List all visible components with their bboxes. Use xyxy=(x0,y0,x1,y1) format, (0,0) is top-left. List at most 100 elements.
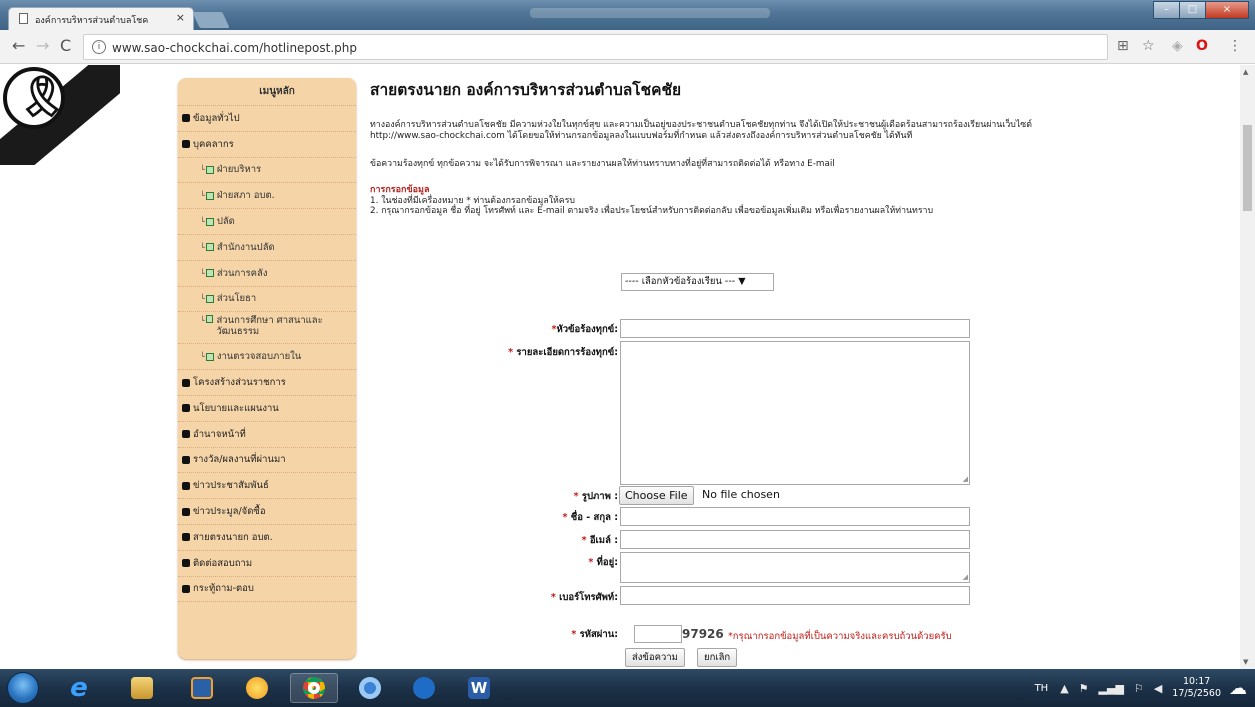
start-button[interactable] xyxy=(7,672,39,704)
captcha-input[interactable] xyxy=(634,625,682,643)
sidebar-item-label: ข่าวประมูล/จัดซื้อ xyxy=(193,506,266,518)
sub-bullet-icon xyxy=(205,165,214,174)
sidebar-item-label: กระทู้ถาม-ตอบ xyxy=(193,583,254,595)
new-tab-button[interactable] xyxy=(192,12,230,28)
address-bar[interactable]: i www.sao-chockchai.com/hotlinepost.php xyxy=(83,34,1108,60)
menu-dots-icon[interactable]: ⋮ xyxy=(1228,38,1242,54)
maximize-button[interactable]: □ xyxy=(1179,1,1206,19)
sidebar-item-label: นโยบายและแผนงาน xyxy=(193,402,279,414)
sidebar-item[interactable]: สายตรงนายก อบต. xyxy=(178,525,356,551)
captcha-code: 97926 xyxy=(682,627,724,641)
subject-input[interactable] xyxy=(620,319,970,338)
sidebar-item-label: งานตรวจสอบภายใน xyxy=(216,351,302,363)
tree-branch-icon: └ xyxy=(200,165,205,175)
sidebar-item[interactable]: └ งานตรวจสอบภายใน xyxy=(178,344,356,371)
media-player-icon[interactable] xyxy=(178,673,226,703)
bullet-icon xyxy=(182,430,190,439)
language-indicator[interactable]: TH xyxy=(1035,683,1049,694)
scroll-thumb[interactable] xyxy=(1243,125,1252,211)
topic-select[interactable]: ---- เลือกหัวข้อร้องเรียน --- ▼ xyxy=(621,273,774,291)
detail-textarea[interactable]: ◢ xyxy=(620,341,970,485)
cloud-icon[interactable]: ☁ xyxy=(1229,678,1247,699)
sidebar-item-label: อำนาจหน้าที่ xyxy=(193,428,246,440)
ribbon-icon: 🎗 xyxy=(17,74,68,120)
back-arrow-icon[interactable]: ← xyxy=(12,38,25,54)
sidebar-item[interactable]: ติดต่อสอบถาม xyxy=(178,551,356,577)
sidebar-item[interactable]: รางวัล/ผลงานที่ผ่านมา xyxy=(178,448,356,474)
subject-label: *หัวข้อร้องทุกข์: xyxy=(551,324,618,335)
scroll-up-icon[interactable]: ▲ xyxy=(1243,68,1248,76)
name-label: * ชื่อ - สกุล : xyxy=(562,512,618,523)
chrome-alt-icon[interactable] xyxy=(346,673,394,703)
sidebar-item[interactable]: └ ปลัด xyxy=(178,209,356,235)
phone-input[interactable] xyxy=(620,586,970,605)
detail-label: * รายละเอียดการร้องทุกข์: xyxy=(508,347,618,358)
submit-button[interactable]: ส่งข้อความ xyxy=(625,648,685,667)
sub-bullet-icon xyxy=(205,243,214,252)
sidebar-item-label: ฝ่ายสภา อบต. xyxy=(216,190,275,202)
action-center-icon[interactable]: ⚐ xyxy=(1134,682,1144,695)
bullet-icon xyxy=(182,584,190,593)
address-label: * ที่อยู่: xyxy=(588,557,618,568)
clock[interactable]: 10:17 17/5/2560 xyxy=(1172,676,1221,700)
email-input[interactable] xyxy=(620,530,970,549)
tree-branch-icon: └ xyxy=(200,242,205,252)
sidebar-item-label: ส่วนการศึกษา ศาสนาและวัฒนธรรม xyxy=(216,315,323,338)
minimize-button[interactable]: – xyxy=(1153,1,1180,19)
reload-icon[interactable]: C xyxy=(60,38,71,54)
sidebar-item[interactable]: โครงสร้างส่วนราชการ xyxy=(178,370,356,396)
bookmark-star-icon[interactable]: ☆ xyxy=(1142,38,1155,54)
sidebar-item[interactable]: └ สำนักงานปลัด xyxy=(178,235,356,261)
sidebar-item[interactable]: └ ส่วนการคลัง xyxy=(178,261,356,287)
sidebar-item[interactable]: ข้อมูลทั่วไป xyxy=(178,106,356,132)
translate-icon[interactable]: ⊞ xyxy=(1117,38,1129,54)
sidebar-item-label: ส่วนการคลัง xyxy=(216,267,268,279)
sub-bullet-icon xyxy=(205,352,214,361)
show-hidden-icons-icon[interactable]: ▲ xyxy=(1060,682,1068,695)
clock-time: 10:17 xyxy=(1182,676,1211,687)
sidebar-item[interactable]: └ ฝ่ายบริหาร xyxy=(178,158,356,184)
close-window-button[interactable]: × xyxy=(1205,1,1249,19)
media-center-icon[interactable] xyxy=(400,673,448,703)
scroll-down-icon[interactable]: ▼ xyxy=(1243,658,1248,666)
network-flag-icon[interactable]: ⚑ xyxy=(1079,682,1089,695)
bullet-icon xyxy=(182,533,190,542)
tree-branch-icon: └ xyxy=(200,316,205,326)
sidebar-item-label: ฝ่ายบริหาร xyxy=(216,164,262,176)
sidebar-item[interactable]: ข่าวประชาสัมพันธ์ xyxy=(178,473,356,500)
chrome-icon[interactable] xyxy=(290,673,338,703)
sidebar-item[interactable]: └ ฝ่ายสภา อบต. xyxy=(178,183,356,210)
sidebar-item[interactable]: นโยบายและแผนงาน xyxy=(178,396,356,422)
signal-icon[interactable]: ▂▄▆ xyxy=(1099,682,1124,695)
bullet-icon xyxy=(182,378,190,387)
info-icon[interactable]: i xyxy=(92,40,106,54)
internet-explorer-icon[interactable]: e xyxy=(55,673,103,703)
forward-arrow-icon[interactable]: → xyxy=(36,38,49,54)
browser-toolbar: ← → C i www.sao-chockchai.com/hotlinepos… xyxy=(0,30,1255,64)
vertical-scrollbar[interactable]: ▲ ▼ xyxy=(1240,65,1255,669)
cancel-button[interactable]: ยกเลิก xyxy=(697,648,738,667)
sidebar-item-label: สายตรงนายก อบต. xyxy=(193,531,273,543)
opera-icon[interactable]: O xyxy=(1196,38,1208,54)
sidebar-item[interactable]: ข่าวประมูล/จัดซื้อ xyxy=(178,499,356,525)
file-explorer-icon[interactable] xyxy=(118,673,166,703)
address-textarea[interactable]: ◢ xyxy=(620,552,970,583)
paint-icon[interactable] xyxy=(233,673,281,703)
name-input[interactable] xyxy=(620,507,970,526)
sidebar-item[interactable]: บุคคลากร xyxy=(178,132,356,158)
sidebar-item-label: สำนักงานปลัด xyxy=(216,241,275,253)
sidebar-item-label: ข่าวประชาสัมพันธ์ xyxy=(193,480,269,492)
browser-tab[interactable]: องค์การบริหารส่วนตำบลโชค × xyxy=(8,7,194,30)
sidebar-item[interactable]: กระทู้ถาม-ตอบ xyxy=(178,577,356,603)
volume-icon[interactable]: ◀ xyxy=(1154,682,1162,695)
sidebar-item[interactable]: └ ส่วนการศึกษา ศาสนาและวัฒนธรรม xyxy=(178,312,356,345)
word-icon[interactable]: W xyxy=(455,673,503,703)
tab-close-icon[interactable]: × xyxy=(176,11,185,24)
window-controls: – □ × xyxy=(1153,1,1249,19)
password-label: * รหัสผ่าน: xyxy=(571,629,618,640)
choose-file-button[interactable]: Choose File xyxy=(619,486,694,505)
no-file-text: No file chosen xyxy=(702,488,780,501)
sidebar-item[interactable]: อำนาจหน้าที่ xyxy=(178,422,356,448)
sidebar-item[interactable]: └ ส่วนโยธา xyxy=(178,287,356,313)
extension-icon[interactable]: ◈ xyxy=(1172,38,1183,54)
